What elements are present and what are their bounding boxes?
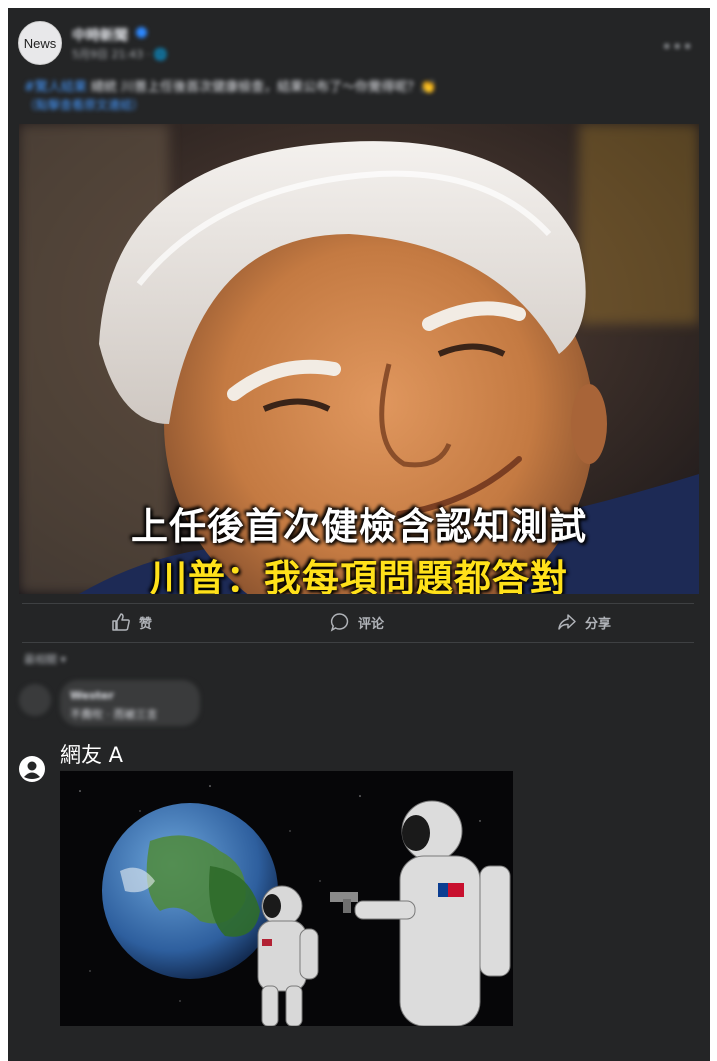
headline-line-1: 上任後首次健檢含認知測試 (131, 505, 587, 548)
caption-text: 總統 川普上任後首次健康檢查，結果公布了～你覺得呢？👏 (91, 80, 437, 95)
comment-text: 不費吹 · 而被三言 (70, 708, 158, 721)
page-name[interactable]: 中時新聞 (72, 25, 128, 45)
share-button[interactable]: 分享 (557, 612, 611, 632)
astronaut-meme-illustration (60, 771, 513, 1026)
post-timestamp[interactable]: 5月9日 21:43 · 🌐 (72, 46, 167, 62)
headline-line-2: 川普：我每項問題都答對 (150, 557, 568, 594)
share-label: 分享 (585, 616, 612, 632)
comment-sort-dropdown[interactable]: 最相關 ▾ (24, 651, 66, 667)
avatar-label: News (23, 35, 57, 51)
verified-badge-icon (136, 27, 147, 38)
page-avatar[interactable]: News (18, 21, 62, 65)
comment-label: 评论 (358, 616, 385, 632)
thumbs-up-icon (112, 613, 130, 631)
caption-link[interactable]: （點擊查看原文連結） (24, 96, 144, 113)
user-circle-icon (19, 756, 45, 782)
divider-top (22, 603, 694, 604)
share-arrow-icon (558, 614, 576, 630)
reply-user-name: 網友 A (60, 743, 124, 767)
post-caption: #驚人結果 總統 川普上任後首次健康檢查，結果公布了～你覺得呢？👏 (24, 76, 436, 95)
like-button[interactable]: 赞 (111, 612, 152, 632)
hashtag-link[interactable]: #驚人結果 (24, 80, 87, 95)
divider-bottom (22, 642, 694, 643)
meme-image[interactable] (60, 771, 513, 1026)
post-photo[interactable]: 上任後首次健檢含認知測試 川普：我每項問題都答對 (19, 124, 699, 594)
commenter-name[interactable]: Wester (70, 689, 114, 702)
like-label: 赞 (139, 616, 153, 632)
more-options-icon[interactable]: ••• (662, 37, 693, 56)
comment-button[interactable]: 评论 (330, 612, 384, 632)
commenter-avatar[interactable] (19, 684, 51, 716)
comment-bubble-icon (330, 613, 349, 632)
